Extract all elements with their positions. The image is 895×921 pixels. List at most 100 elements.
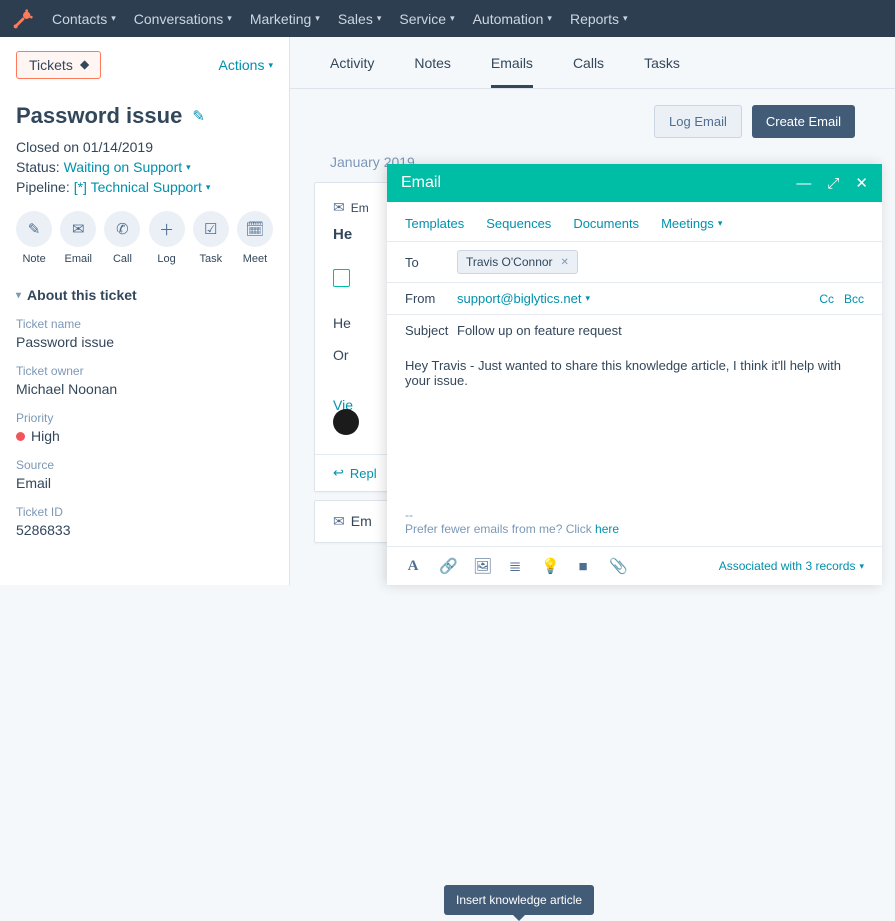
chevron-down-icon: ▾	[450, 13, 455, 24]
meetings-dropdown[interactable]: Meetings▾	[661, 216, 722, 231]
ticket-name-value: Password issue	[16, 334, 273, 350]
chevron-down-icon: ▾	[623, 13, 628, 24]
email-body-editor[interactable]: Hey Travis - Just wanted to share this k…	[387, 346, 882, 508]
tag-icon: ◆	[78, 60, 92, 69]
check-icon: ☑	[193, 211, 229, 247]
tab-emails[interactable]: Emails	[491, 55, 533, 88]
calendar-icon: 🗓	[237, 211, 273, 247]
chevron-down-icon: ▾	[859, 561, 864, 572]
video-icon[interactable]: ■	[575, 558, 591, 575]
compose-panel-title: Email	[401, 174, 441, 192]
tab-notes[interactable]: Notes	[414, 55, 451, 88]
knowledge-bulb-icon[interactable]: 💡	[541, 557, 557, 575]
ticket-id-label: Ticket ID	[16, 505, 273, 519]
quick-log-button[interactable]: ＋Log	[149, 211, 185, 265]
avatar	[333, 409, 359, 435]
image-icon[interactable]: 🖼	[473, 557, 489, 575]
remove-recipient-icon[interactable]: ✕	[561, 257, 569, 268]
top-nav: Contacts▾ Conversations▾ Marketing▾ Sale…	[0, 0, 895, 37]
chevron-down-icon: ▾	[206, 182, 211, 193]
quick-meet-button[interactable]: 🗓Meet	[237, 211, 273, 265]
associated-records-dropdown[interactable]: Associated with 3 records▾	[719, 559, 864, 573]
from-label: From	[405, 291, 457, 306]
ticket-owner-label: Ticket owner	[16, 364, 273, 378]
priority-value: High	[16, 428, 273, 444]
tab-tasks[interactable]: Tasks	[644, 55, 680, 88]
hubspot-logo-icon[interactable]	[12, 8, 34, 30]
chevron-down-icon: ▾	[16, 290, 21, 301]
from-dropdown[interactable]: support@biglytics.net▾	[457, 291, 590, 306]
ticket-id-value: 5286833	[16, 522, 273, 538]
chevron-down-icon: ▾	[718, 218, 723, 229]
nav-service[interactable]: Service▾	[399, 11, 454, 27]
create-email-button[interactable]: Create Email	[752, 105, 855, 138]
activity-tabs: Activity Notes Emails Calls Tasks	[290, 37, 895, 89]
envelope-icon: ✉	[333, 513, 345, 530]
signature-block: -- Prefer fewer emails from me? Click he…	[387, 508, 882, 546]
envelope-icon: ✉	[60, 211, 96, 247]
to-label: To	[405, 255, 457, 270]
templates-tab[interactable]: Templates	[405, 216, 464, 231]
ticket-owner-value: Michael Noonan	[16, 381, 273, 397]
chevron-down-icon: ▾	[227, 13, 232, 24]
align-icon[interactable]: ≣	[507, 557, 523, 575]
record-sidebar: Tickets ◆ Actions▾ Password issue ✎ Clos…	[0, 37, 290, 585]
pencil-icon[interactable]: ✎	[192, 107, 205, 125]
closed-date: Closed on 01/14/2019	[16, 139, 273, 155]
font-icon[interactable]: A	[405, 558, 421, 575]
tickets-back-button[interactable]: Tickets ◆	[16, 51, 101, 79]
bcc-button[interactable]: Bcc	[844, 292, 864, 306]
source-label: Source	[16, 458, 273, 472]
status-label: Status:	[16, 159, 60, 175]
attachment-icon[interactable]: 📎	[609, 557, 625, 575]
email-compose-panel: Email — ⤢ ✕ Templates Sequences Document…	[387, 164, 882, 585]
sequences-tab[interactable]: Sequences	[486, 216, 551, 231]
chevron-down-icon: ▾	[111, 13, 116, 24]
pipeline-label: Pipeline:	[16, 179, 70, 195]
tab-activity[interactable]: Activity	[330, 55, 374, 88]
nav-sales[interactable]: Sales▾	[338, 11, 382, 27]
log-email-button[interactable]: Log Email	[654, 105, 742, 138]
status-badge	[333, 269, 350, 287]
chevron-down-icon: ▾	[186, 162, 191, 173]
nav-reports[interactable]: Reports▾	[570, 11, 628, 27]
reply-icon: ↩	[333, 465, 344, 481]
plus-icon: ＋	[149, 211, 185, 247]
chevron-down-icon: ▾	[585, 293, 590, 304]
quick-email-button[interactable]: ✉Email	[60, 211, 96, 265]
nav-contacts[interactable]: Contacts▾	[52, 11, 116, 27]
quick-call-button[interactable]: ✆Call	[104, 211, 140, 265]
chevron-down-icon: ▾	[268, 60, 273, 71]
link-icon[interactable]: 🔗	[439, 557, 455, 575]
quick-action-row: ✎Note ✉Email ✆Call ＋Log ☑Task 🗓Meet	[16, 211, 273, 265]
tab-calls[interactable]: Calls	[573, 55, 604, 88]
recipient-chip[interactable]: Travis O'Connor ✕	[457, 250, 578, 274]
page-title: Password issue	[16, 103, 182, 129]
expand-icon[interactable]: ⤢	[827, 175, 839, 192]
pipeline-dropdown[interactable]: [*] Technical Support▾	[74, 179, 211, 195]
about-section-header[interactable]: ▾ About this ticket	[16, 287, 273, 303]
subject-label: Subject	[405, 323, 457, 338]
unsubscribe-link[interactable]: here	[595, 522, 619, 536]
nav-automation[interactable]: Automation▾	[473, 11, 552, 27]
nav-conversations[interactable]: Conversations▾	[134, 11, 232, 27]
priority-label: Priority	[16, 411, 273, 425]
quick-task-button[interactable]: ☑Task	[193, 211, 229, 265]
chevron-down-icon: ▾	[547, 13, 552, 24]
actions-dropdown[interactable]: Actions▾	[219, 57, 273, 73]
phone-icon: ✆	[104, 211, 140, 247]
nav-marketing[interactable]: Marketing▾	[250, 11, 320, 27]
documents-tab[interactable]: Documents	[573, 216, 639, 231]
quick-note-button[interactable]: ✎Note	[16, 211, 52, 265]
knowledge-tooltip: Insert knowledge article	[444, 885, 594, 915]
chevron-down-icon: ▾	[315, 13, 320, 24]
envelope-icon: ✉	[333, 199, 345, 216]
subject-input[interactable]	[457, 323, 864, 338]
pencil-icon: ✎	[16, 211, 52, 247]
close-icon[interactable]: ✕	[855, 174, 868, 192]
source-value: Email	[16, 475, 273, 491]
reply-button[interactable]: ↩Repl	[333, 465, 377, 481]
status-dropdown[interactable]: Waiting on Support▾	[64, 159, 191, 175]
minimize-icon[interactable]: —	[796, 175, 811, 192]
cc-button[interactable]: Cc	[819, 292, 834, 306]
